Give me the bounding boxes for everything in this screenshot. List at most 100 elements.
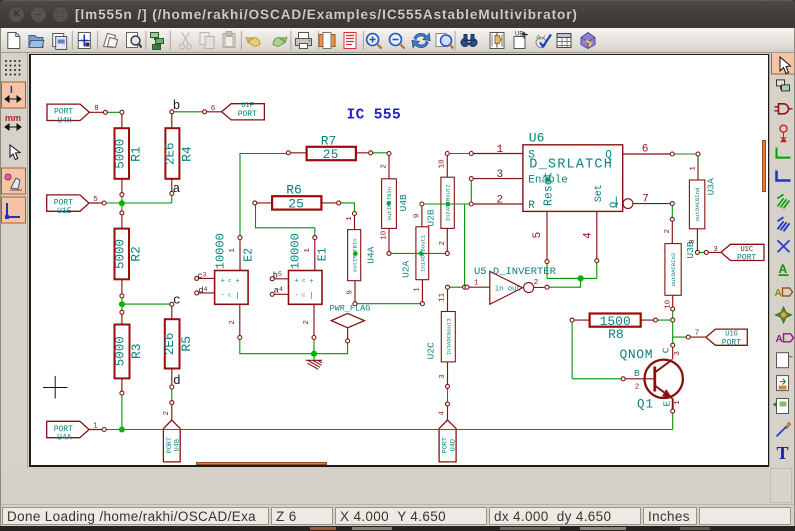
svg-text:U2C: U2C: [426, 342, 437, 359]
svg-text:c: c: [302, 277, 305, 284]
svg-text:3: 3: [674, 351, 682, 356]
svg-text:Q1: Q1: [637, 398, 654, 412]
svg-text:9: 9: [346, 290, 354, 295]
svg-text:U4B: U4B: [174, 439, 182, 451]
svg-text:T: T: [777, 443, 789, 463]
svg-text:C: C: [660, 347, 671, 353]
svg-text:2E6: 2E6: [163, 333, 177, 356]
svg-text:5000: 5000: [113, 139, 127, 169]
svg-text:5000: 5000: [113, 239, 127, 269]
svg-text:c: c: [302, 292, 305, 299]
svg-text:5: 5: [93, 196, 98, 204]
svg-text:c: c: [173, 293, 181, 307]
svg-text:outIMITBIn: outIMITBIn: [386, 187, 393, 221]
svg-text:PORT: PORT: [238, 110, 257, 119]
svg-text:E1: E1: [316, 247, 329, 261]
svg-text:2: 2: [380, 164, 388, 169]
svg-text:R6: R6: [286, 183, 302, 198]
svg-text:4: 4: [279, 286, 283, 293]
svg-text:-: -: [294, 292, 298, 300]
svg-text:outIMITBIn: outIMITBIn: [351, 238, 358, 272]
svg-text:9: 9: [689, 239, 697, 244]
svg-text:5000: 5000: [114, 336, 128, 366]
svg-text:9: 9: [413, 214, 421, 219]
svg-text:6: 6: [642, 144, 649, 156]
svg-text:1: 1: [496, 144, 503, 156]
svg-text:R3: R3: [129, 343, 144, 359]
svg-text:PORT: PORT: [442, 437, 450, 453]
svg-text:U4D: U4D: [449, 439, 457, 451]
svg-text:R4: R4: [179, 146, 194, 162]
svg-text:In1ADCBout1: In1ADCBout1: [419, 234, 426, 272]
svg-text:U6: U6: [529, 131, 545, 146]
svg-text:2: 2: [496, 194, 503, 206]
svg-text:1: 1: [690, 166, 698, 171]
svg-text:PORT: PORT: [54, 108, 73, 117]
svg-text:E: E: [662, 401, 673, 407]
svg-text:1: 1: [229, 248, 237, 253]
svg-text:outDACBIn2: outDACBIn2: [670, 253, 677, 287]
svg-text:4: 4: [204, 286, 208, 293]
svg-text:2: 2: [664, 229, 672, 234]
svg-text:2: 2: [303, 320, 311, 325]
svg-text:10000: 10000: [289, 233, 303, 269]
svg-text:U4A: U4A: [366, 246, 377, 263]
svg-text:+: +: [309, 278, 313, 286]
svg-text:R1: R1: [129, 146, 144, 162]
svg-text:U2A: U2A: [401, 260, 412, 277]
svg-text:10: 10: [664, 299, 672, 309]
svg-text:4: 4: [583, 232, 595, 239]
svg-text:U2B: U2B: [425, 209, 436, 226]
svg-text:R5: R5: [179, 336, 194, 352]
svg-text:in out: in out: [495, 286, 521, 294]
svg-text:U4B: U4B: [398, 194, 409, 211]
svg-text:1: 1: [93, 423, 98, 431]
svg-text:b: b: [173, 99, 181, 113]
svg-text:25: 25: [288, 196, 304, 211]
svg-text:PORT: PORT: [54, 425, 73, 434]
svg-text:A: A: [776, 334, 783, 345]
svg-text:Q: Q: [608, 202, 620, 208]
svg-text:7: 7: [695, 329, 700, 337]
svg-text:R: R: [528, 200, 535, 212]
svg-text:a: a: [173, 182, 181, 196]
svg-text:Q: Q: [605, 149, 612, 161]
svg-text:U1F: U1F: [241, 102, 254, 110]
svg-text:10: 10: [381, 230, 389, 240]
svg-text:5: 5: [278, 271, 282, 278]
svg-text:5: 5: [532, 232, 544, 239]
svg-text:A: A: [775, 288, 782, 299]
svg-text:3: 3: [439, 374, 447, 379]
svg-text:3: 3: [203, 272, 207, 279]
svg-text:3: 3: [713, 246, 718, 254]
svg-text:25: 25: [323, 147, 339, 162]
svg-text:U4A: U4A: [57, 434, 72, 443]
svg-text:1: 1: [413, 287, 421, 292]
svg-text:2E6: 2E6: [163, 143, 177, 166]
svg-text:c: c: [228, 277, 231, 284]
svg-text:+: +: [220, 278, 224, 286]
svg-text:2: 2: [635, 383, 640, 391]
svg-text:U1E: U1E: [57, 207, 72, 216]
svg-text:I: I: [10, 85, 13, 96]
svg-text:In3ADCBout3: In3ADCBout3: [445, 318, 452, 355]
svg-text:1: 1: [304, 248, 312, 253]
svg-text:PORT: PORT: [722, 338, 741, 347]
svg-text:10000: 10000: [214, 233, 228, 269]
svg-text:1: 1: [474, 280, 479, 288]
svg-text:U5 D_INVERTER: U5 D_INVERTER: [474, 266, 557, 278]
svg-text:Set: Set: [594, 184, 605, 202]
svg-text:IC 555: IC 555: [347, 108, 402, 124]
svg-text:QNOM: QNOM: [620, 347, 654, 362]
svg-text:3: 3: [496, 169, 503, 181]
svg-text:R7: R7: [321, 133, 337, 148]
svg-text:PORT: PORT: [54, 198, 73, 207]
svg-text:7: 7: [642, 194, 649, 206]
svg-text:outDACBInd: outDACBInd: [694, 188, 701, 222]
svg-text:E2: E2: [243, 248, 256, 262]
svg-text:|: |: [309, 293, 313, 301]
svg-text:R2: R2: [129, 246, 144, 262]
svg-text:c: c: [228, 292, 231, 299]
svg-text:|: |: [235, 293, 239, 301]
svg-text:+: +: [235, 278, 239, 286]
